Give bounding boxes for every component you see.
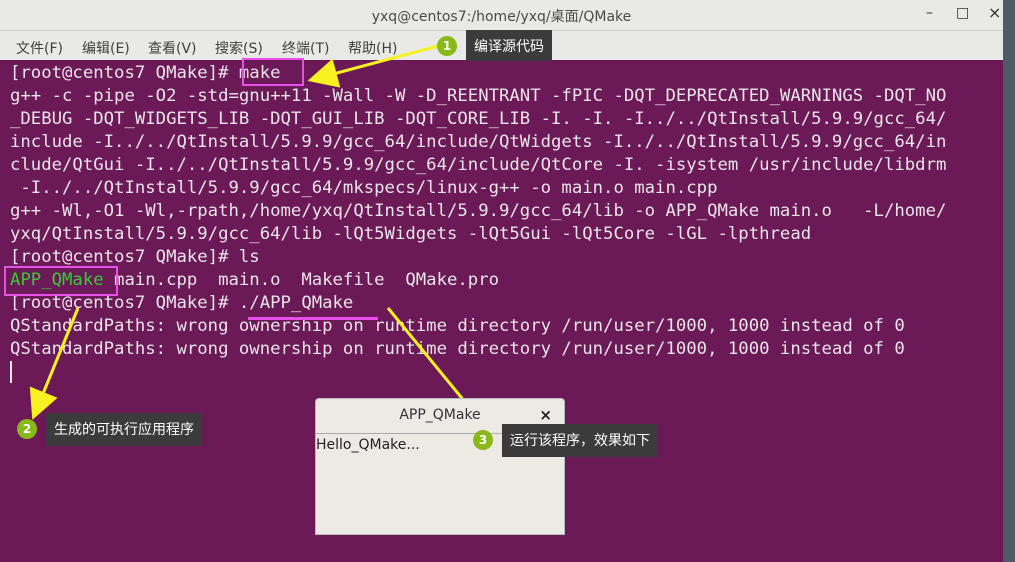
callout-label-2: 生成的可执行应用程序 [46, 413, 202, 446]
callout-badge-2: 2 [17, 419, 37, 439]
arrow-to-executable [29, 307, 80, 420]
callout-label-3: 运行该程序，效果如下 [502, 424, 658, 457]
callout-badge-3: 3 [473, 430, 493, 450]
callout-label-1: 编译源代码 [466, 30, 552, 61]
app-dialog-window[interactable]: APP_QMake × Hello_QMake... [315, 398, 565, 535]
callout-badge-1: 1 [437, 36, 457, 56]
arrow-to-make [307, 44, 439, 88]
dialog-close-button[interactable]: × [539, 406, 552, 424]
dialog-title: APP_QMake [399, 407, 481, 423]
dialog-hello-label: Hello_QMake... [316, 437, 420, 453]
